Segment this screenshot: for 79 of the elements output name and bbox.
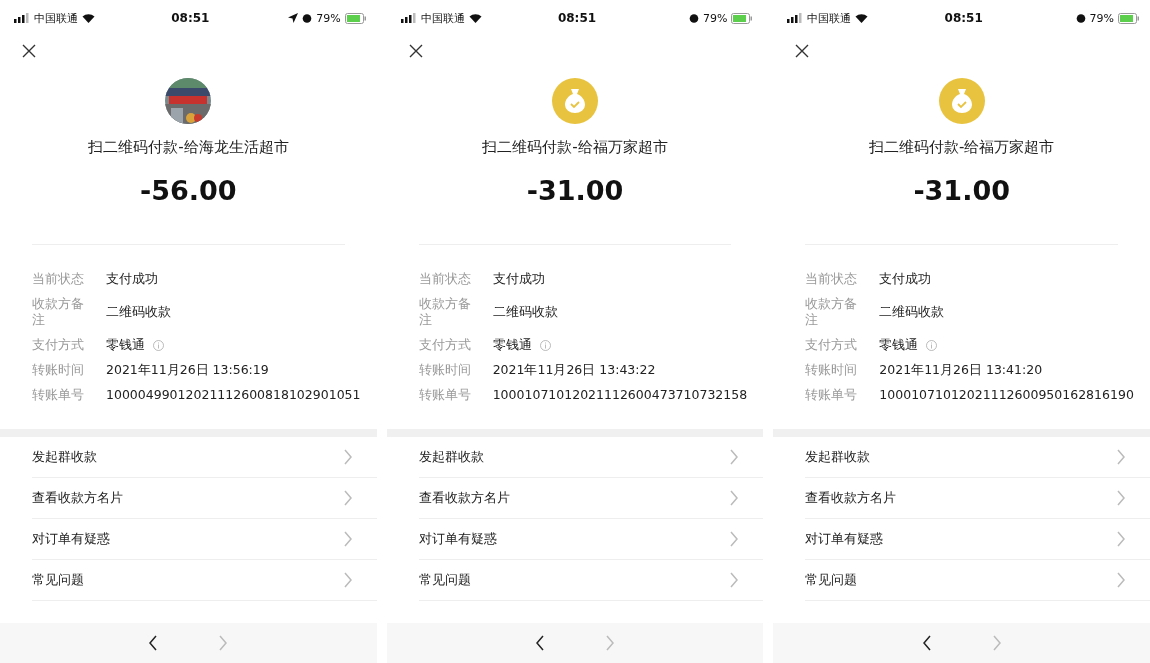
detail-label: 当前状态 [418,271,472,287]
battery-icon [1118,12,1140,24]
detail-value: 10000499012021112600818102901051 [106,387,361,403]
battery-icon [731,12,754,24]
chevron-icon [342,490,353,506]
back-button[interactable] [921,635,932,651]
chevron-icon [1116,490,1126,506]
battery-icon [344,12,367,24]
close-button[interactable] [22,44,36,58]
detail-label: 支付方式 [805,337,859,353]
detail-value: 零钱通 [879,337,919,353]
detail-value: 10001071012021112600950162816190 [879,387,1134,403]
signal-icon [14,13,30,23]
chevron-icon [1116,449,1126,465]
payment-title: 扫二维码付款-给海龙生活超市 [88,138,289,157]
payment-title: 扫二维码付款-给福万家超市 [868,138,1055,157]
signal-icon [400,13,417,23]
detail-label: 转账单号 [418,387,472,403]
detail-value: 零钱通 [106,337,145,353]
payment-amount: -31.00 [526,175,624,206]
carrier-name: 中国联通 [34,10,78,26]
detail-label: 转账时间 [32,362,85,378]
close-icon [795,44,810,58]
close-icon [22,44,36,58]
chevron-icon [729,490,740,506]
detail-value: 2021年11月26日 13:43:22 [492,362,656,378]
money-bag-icon [562,87,588,115]
chevron-icon [729,531,740,547]
alarm-icon [688,13,699,23]
back-button[interactable] [148,635,159,651]
close-button[interactable] [795,44,810,58]
chevron-icon [342,531,353,547]
detail-value: 支付成功 [106,271,158,287]
wifi-icon [855,13,869,23]
battery-percent: 79% [1089,11,1114,25]
wifi-icon [468,13,482,23]
clock-time: 08:51 [557,11,597,25]
detail-value: 2021年11月26日 13:41:20 [879,362,1043,378]
battery-percent: 79% [702,11,728,25]
detail-value: 支付成功 [879,271,932,287]
chevron-icon [1116,572,1126,588]
detail-label: 支付方式 [418,337,472,353]
detail-label: 转账时间 [418,362,472,378]
payment-amount: -31.00 [913,175,1010,206]
detail-label: 收款方备注 [805,296,859,328]
chevron-icon [342,449,353,465]
chevron-icon [729,449,740,465]
chevron-icon [1116,531,1126,547]
carrier-name: 中国联通 [807,10,852,26]
detail-label: 当前状态 [32,271,85,287]
detail-value: 10001071012021112600473710732158 [492,387,748,403]
detail-value: 支付成功 [492,271,545,287]
detail-label: 收款方备注 [32,296,85,328]
chevron-icon [729,572,740,588]
detail-label: 收款方备注 [418,296,472,328]
detail-value: 二维码收款 [879,304,945,320]
battery-percent: 79% [316,11,341,25]
detail-label: 转账时间 [805,362,859,378]
detail-label: 转账单号 [805,387,859,403]
detail-value: 2021年11月26日 13:56:19 [106,362,269,378]
alarm-icon [302,13,313,23]
close-button[interactable] [408,44,423,58]
payment-title: 扫二维码付款-给福万家超市 [482,138,668,157]
back-button[interactable] [535,635,545,651]
signal-icon [787,13,804,23]
detail-label: 当前状态 [805,271,859,287]
close-icon [408,44,423,58]
wifi-icon [82,13,95,23]
payment-amount: -56.00 [140,175,237,206]
detail-value: 零钱通 [492,337,532,353]
carrier-name: 中国联通 [420,10,465,26]
detail-value: 二维码收款 [492,304,558,320]
detail-value: 二维码收款 [106,304,171,320]
detail-label: 转账单号 [32,387,85,403]
clock-time: 08:51 [944,11,983,25]
chevron-icon [342,572,353,588]
detail-label: 支付方式 [32,337,85,353]
clock-time: 08:51 [171,11,210,25]
alarm-icon [1075,13,1086,23]
